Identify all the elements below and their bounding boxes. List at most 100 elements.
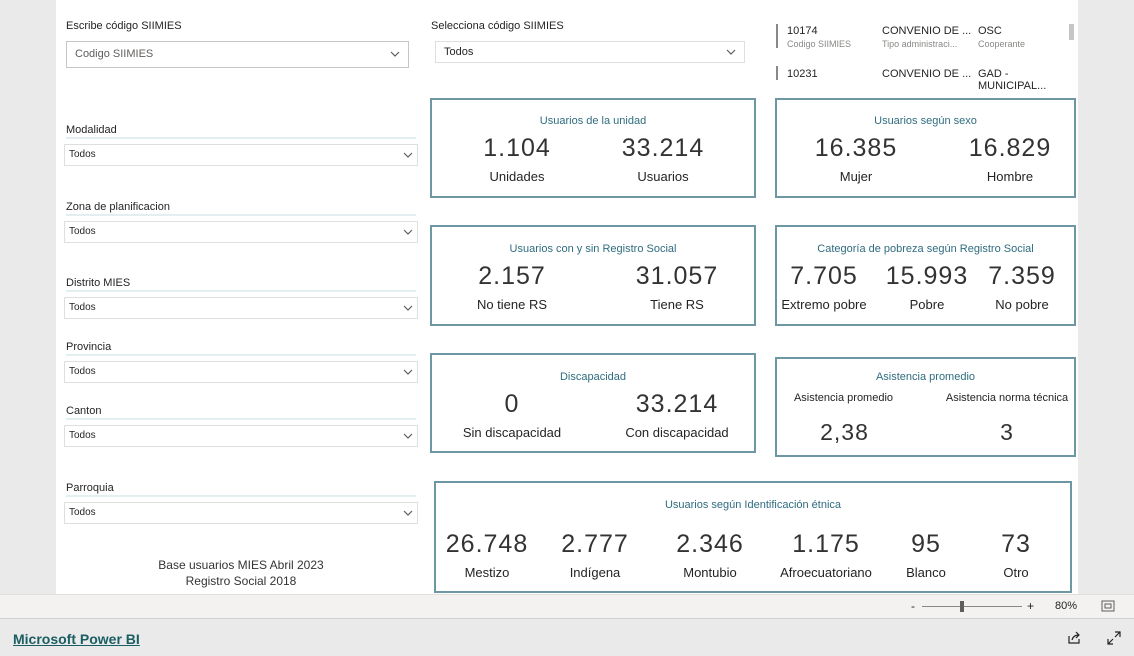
tiene-rs-label: Tiene RS	[650, 297, 704, 312]
escribe-codigo-label: Escribe código SIIMIES	[66, 20, 182, 32]
blanco-label: Blanco	[906, 565, 946, 580]
afroecuatoriano-label: Afroecuatoriano	[780, 565, 872, 580]
distrito-mies-value: Todos	[69, 302, 96, 313]
asistencia-norma-value: 3	[1000, 419, 1014, 445]
card-title: Discapacidad	[559, 371, 627, 383]
slicer-divider	[66, 495, 416, 497]
asistencia-promedio-label: Asistencia promedio	[793, 392, 894, 404]
card-discapacidad: Discapacidad 0 Sin discapacidad 33.214 C…	[430, 353, 756, 453]
codigo-siimies-search-input[interactable]: Codigo SIIMIES	[66, 41, 409, 68]
zona-planificacion-value: Todos	[69, 226, 96, 237]
no-tiene-rs-value: 2.157	[478, 262, 546, 290]
card-asistencia-promedio: Asistencia promedio Asistencia promedio …	[775, 357, 1076, 457]
otro-label: Otro	[1003, 565, 1029, 580]
extremo-pobre-value: 7.705	[790, 262, 858, 290]
indigena-value: 2.777	[561, 530, 629, 558]
parroquia-label: Parroquia	[66, 482, 114, 494]
card-categoria-pobreza: Categoría de pobreza según Registro Soci…	[775, 225, 1076, 326]
table-row-1-code[interactable]: 10174	[787, 25, 818, 37]
usuarios-value: 33.214	[621, 134, 705, 162]
footnote-registro: Registro Social 2018	[185, 574, 297, 588]
table-row-2-tipo[interactable]: CONVENIO DE ...	[882, 68, 971, 80]
modalidad-value: Todos	[69, 149, 96, 160]
canton-dropdown[interactable]: Todos	[64, 425, 418, 447]
slicer-divider	[66, 354, 416, 356]
fit-page-icon[interactable]	[1101, 600, 1115, 612]
microsoft-power-bi-link[interactable]: Microsoft Power BI	[13, 631, 140, 647]
afroecuatoriano-value: 1.175	[792, 530, 860, 558]
extremo-pobre-label: Extremo pobre	[781, 297, 867, 312]
table-row-1-osc[interactable]: OSC	[978, 25, 1002, 37]
pobre-label: Pobre	[909, 297, 945, 312]
row-indicator	[776, 24, 778, 48]
zona-planificacion-label: Zona de planificacion	[66, 201, 170, 213]
card-usuarios-unidad: Usuarios de la unidad 1.104 Unidades 33.…	[430, 98, 756, 198]
footnote-base: Base usuarios MIES Abril 2023	[158, 558, 324, 572]
zoom-slider[interactable]	[922, 601, 1022, 612]
provincia-value: Todos	[69, 366, 96, 377]
row-indicator	[776, 66, 778, 80]
table-row-2-code[interactable]: 10231	[787, 68, 818, 80]
table-row-2-osc[interactable]: GAD - MUNICIPAL...	[978, 68, 1078, 92]
fullscreen-icon[interactable]	[1107, 631, 1121, 645]
no-pobre-label: No pobre	[995, 297, 1049, 312]
table-col-tipo-header: Tipo administraci...	[882, 39, 958, 49]
codigo-siimies-placeholder: Codigo SIIMIES	[75, 48, 154, 60]
bottom-bar: Microsoft Power BI	[0, 618, 1134, 656]
slicer-divider	[66, 214, 416, 216]
mujer-label: Mujer	[839, 169, 873, 184]
table-col-cooperante-header: Cooperante	[978, 39, 1026, 49]
chevron-down-icon	[403, 229, 413, 235]
indigena-label: Indígena	[569, 565, 621, 580]
card-usuarios-sexo: Usuarios según sexo 16.385 Mujer 16.829 …	[775, 98, 1076, 198]
modalidad-dropdown[interactable]: Todos	[64, 144, 418, 166]
card-title: Usuarios de la unidad	[539, 115, 647, 127]
provincia-dropdown[interactable]: Todos	[64, 361, 418, 383]
parroquia-value: Todos	[69, 507, 96, 518]
selecciona-codigo-dropdown[interactable]: Todos	[435, 41, 745, 63]
tiene-rs-value: 31.057	[635, 262, 719, 290]
selecciona-codigo-label: Selecciona código SIIMIES	[431, 20, 564, 32]
chevron-down-icon	[403, 433, 413, 439]
zoom-level: 80%	[1055, 600, 1078, 612]
slicer-divider	[66, 290, 416, 292]
no-tiene-rs-label: No tiene RS	[476, 297, 548, 312]
con-discapacidad-value: 33.214	[635, 390, 719, 418]
distrito-mies-dropdown[interactable]: Todos	[64, 297, 418, 319]
chevron-down-icon	[403, 305, 413, 311]
canton-value: Todos	[69, 430, 96, 441]
parroquia-dropdown[interactable]: Todos	[64, 502, 418, 524]
slicer-divider	[66, 137, 416, 139]
card-title: Categoría de pobreza según Registro Soci…	[817, 243, 1034, 255]
selecciona-codigo-value: Todos	[444, 46, 474, 58]
card-title: Asistencia promedio	[875, 371, 976, 383]
chevron-down-icon	[390, 51, 400, 57]
hombre-value: 16.829	[968, 134, 1052, 162]
modalidad-label: Modalidad	[66, 124, 117, 136]
unidades-value: 1.104	[483, 134, 551, 162]
mestizo-label: Mestizo	[464, 565, 510, 580]
zoom-out-button[interactable]: -	[911, 599, 915, 613]
montubio-value: 2.346	[676, 530, 744, 558]
zona-planificacion-dropdown[interactable]: Todos	[64, 221, 418, 243]
blanco-value: 95	[911, 530, 941, 558]
card-registro-social: Usuarios con y sin Registro Social 2.157…	[430, 225, 756, 326]
zoom-bar: - + 80%	[0, 594, 1134, 619]
share-icon[interactable]	[1067, 631, 1081, 645]
card-title: Usuarios según Identificación étnica	[664, 499, 842, 511]
card-title: Usuarios con y sin Registro Social	[509, 243, 677, 255]
montubio-label: Montubio	[683, 565, 737, 580]
sin-discapacidad-value: 0	[504, 390, 520, 418]
asistencia-promedio-value: 2,38	[820, 419, 869, 445]
slicer-divider	[66, 418, 416, 420]
otro-value: 73	[1001, 530, 1031, 558]
table-scrollbar[interactable]	[1069, 24, 1074, 40]
no-pobre-value: 7.359	[988, 262, 1056, 290]
hombre-label: Hombre	[986, 169, 1034, 184]
zoom-in-button[interactable]: +	[1027, 599, 1034, 613]
asistencia-norma-label: Asistencia norma técnica	[945, 392, 1069, 404]
chevron-down-icon	[403, 369, 413, 375]
table-row-1-tipo[interactable]: CONVENIO DE ...	[882, 25, 971, 37]
zoom-slider-thumb[interactable]	[960, 601, 964, 612]
mujer-value: 16.385	[814, 134, 898, 162]
